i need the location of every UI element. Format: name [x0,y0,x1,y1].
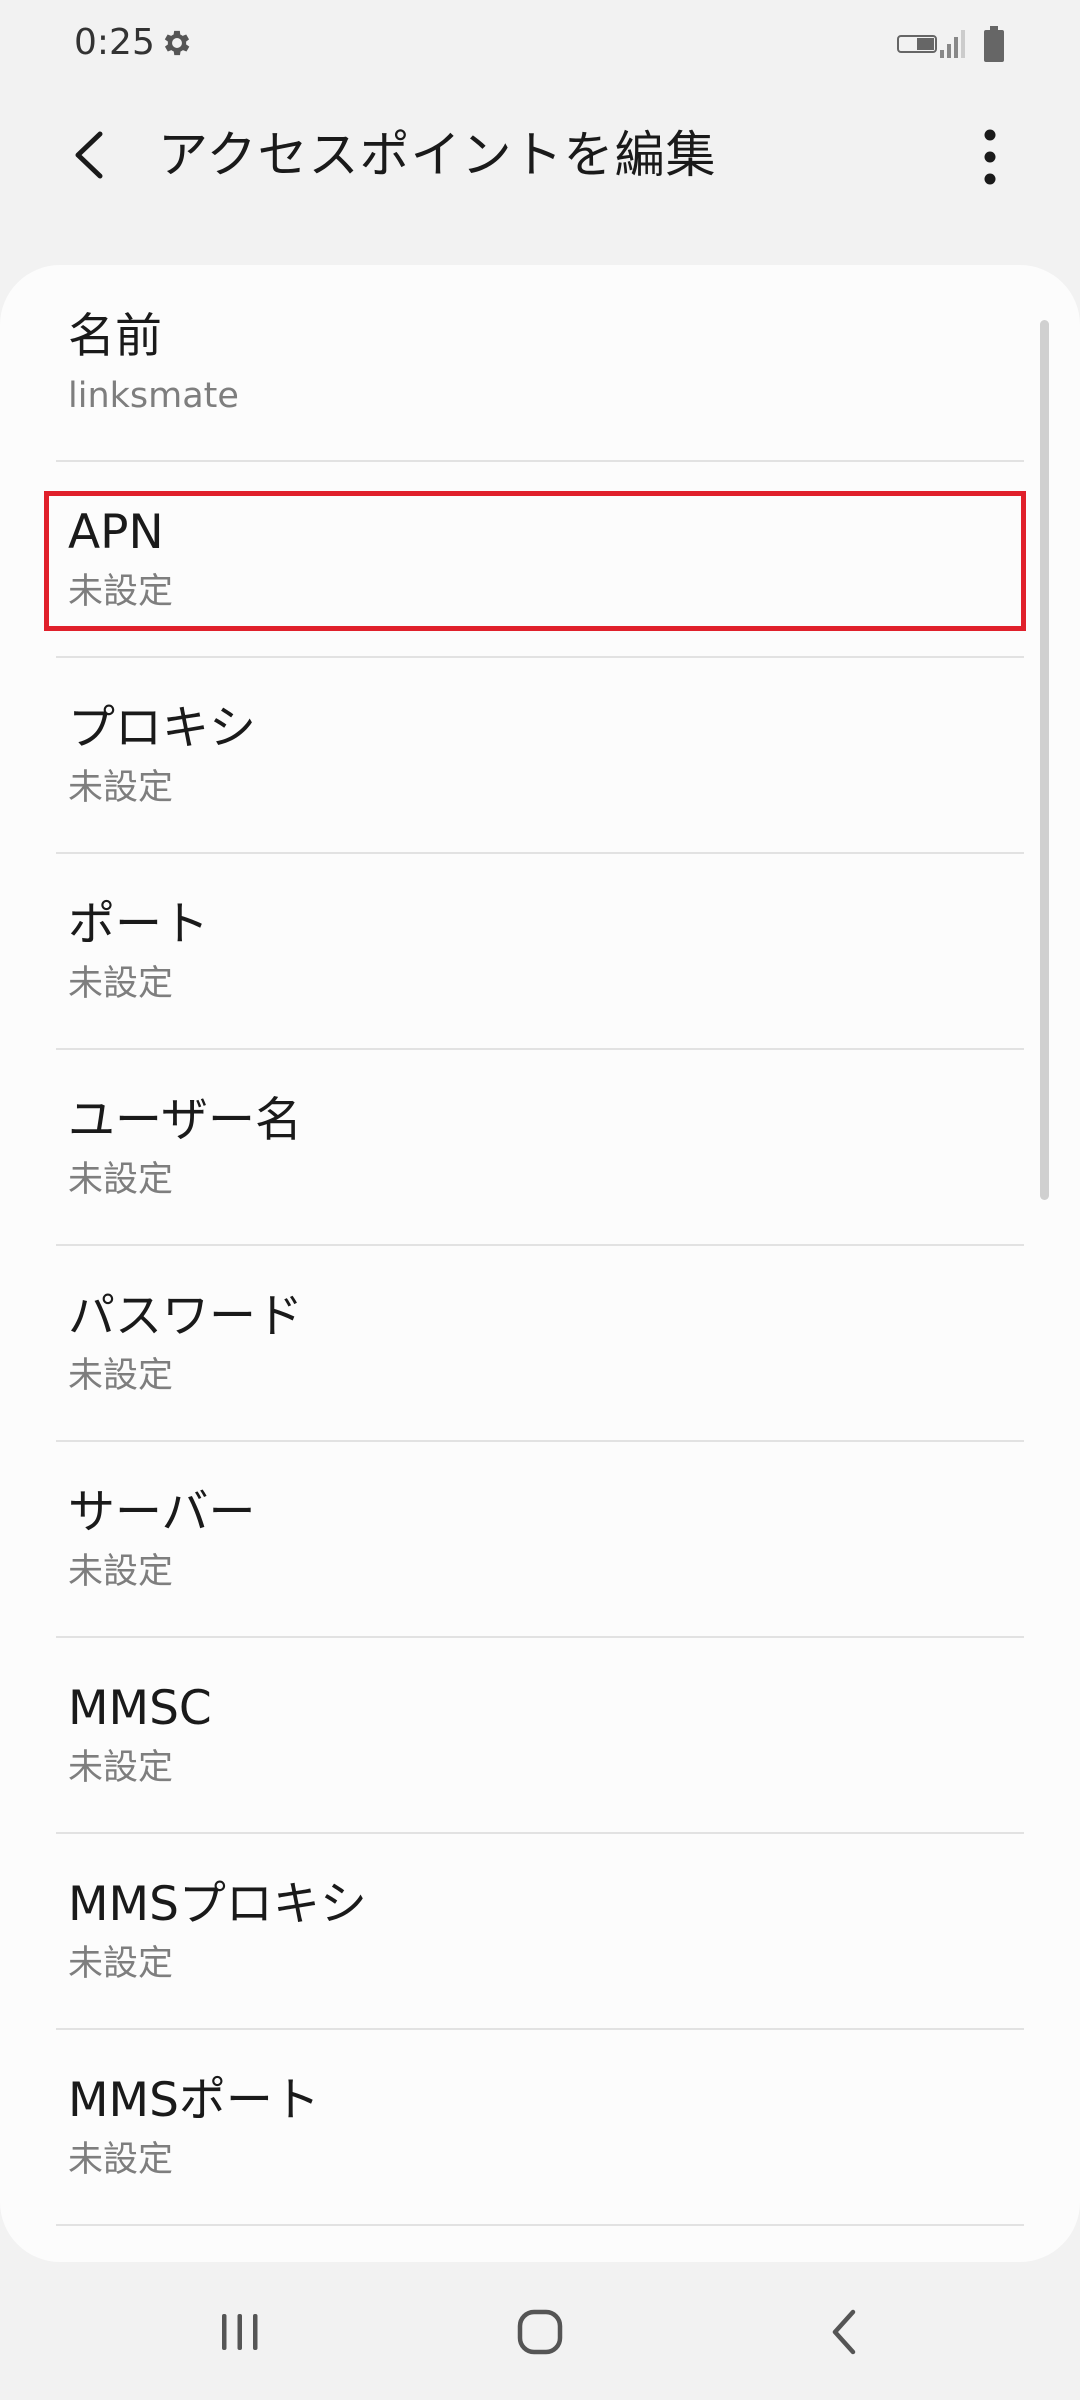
field-summary: 未設定 [68,1944,174,1984]
field-title: MMSポート [68,2073,320,2128]
field-username[interactable]: ユーザー名 未設定 [0,1049,1040,1246]
field-summary: linksmate [68,376,239,416]
field-mms-port[interactable]: MMSポート 未設定 [0,2029,1040,2226]
field-title: 名前 [68,309,162,364]
battery-icon [984,26,1004,62]
field-summary: 未設定 [68,1748,174,1788]
field-summary: 未設定 [68,1356,174,1396]
field-summary: 未設定 [68,1552,174,1592]
more-vert-icon[interactable] [960,122,1020,192]
field-mmsc[interactable]: MMSC 未設定 [0,1637,1040,1834]
divider [56,2224,1024,2226]
field-title: プロキシ [68,701,256,756]
status-time: 0:25 [74,22,155,63]
recent-apps-icon[interactable] [210,2302,270,2362]
field-title: サーバー [68,1485,256,1540]
page-title: アクセスポイントを編集 [158,126,717,184]
field-summary: 未設定 [68,768,174,808]
apn-highlight-frame [44,491,1026,631]
field-title: ユーザー名 [68,1093,303,1148]
app-bar: アクセスポイントを編集 [0,90,1080,220]
back-icon[interactable] [815,2302,875,2362]
signal-icon [940,30,965,58]
home-icon[interactable] [510,2302,570,2362]
field-mms-proxy[interactable]: MMSプロキシ 未設定 [0,1833,1040,2030]
field-title: パスワード [68,1289,303,1344]
field-summary: 未設定 [68,2140,174,2180]
field-title: ポート [68,897,209,952]
field-summary: 未設定 [68,964,174,1004]
field-title: MMSC [68,1681,212,1736]
field-summary: 未設定 [68,1160,174,1200]
status-bar: 0:25 [0,0,1080,90]
scrollbar[interactable] [1040,320,1049,1200]
volte-icon [897,35,937,53]
gear-icon [164,30,190,56]
field-password[interactable]: パスワード 未設定 [0,1245,1040,1442]
field-proxy[interactable]: プロキシ 未設定 [0,657,1040,854]
navigation-bar [0,2262,1080,2400]
field-port[interactable]: ポート 未設定 [0,853,1040,1050]
field-name[interactable]: 名前 linksmate [0,265,1040,462]
back-arrow-icon[interactable] [60,120,120,190]
field-server[interactable]: サーバー 未設定 [0,1441,1040,1638]
field-title: MMSプロキシ [68,1877,367,1932]
